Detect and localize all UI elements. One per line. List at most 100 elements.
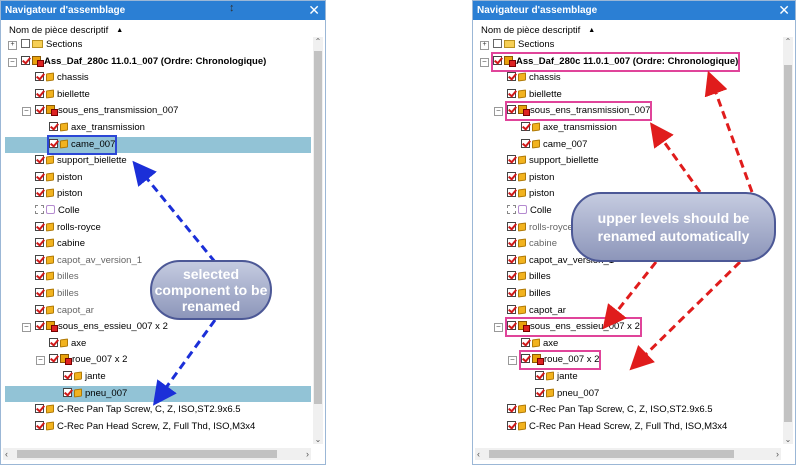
scroll-up-icon[interactable]: ⌃ [313,37,323,46]
tree-row[interactable]: axe_transmission [477,120,781,136]
tree-row[interactable]: axe [5,336,311,352]
visibility-checkbox[interactable] [507,238,516,248]
tree-node[interactable]: biellette [507,87,562,103]
visibility-checkbox[interactable] [35,221,44,231]
visibility-checkbox[interactable] [35,155,44,165]
visibility-checkbox[interactable] [507,288,516,297]
collapse-icon[interactable]: – [494,323,503,333]
scroll-right-icon[interactable]: › [776,448,779,460]
visibility-checkbox[interactable] [507,221,516,231]
sort-ascending-icon[interactable]: ▲ [588,27,595,34]
tree-node[interactable]: capot_ar [35,303,94,319]
visibility-checkbox[interactable] [35,188,44,198]
tree-row[interactable]: piston [477,170,781,186]
tree-node[interactable]: came_007 [46,134,118,155]
tree-node[interactable]: Ass_Daf_280c 11.0.1_007 (Ordre: Chronolo… [21,54,266,70]
visibility-checkbox[interactable] [507,105,516,115]
visibility-checkbox[interactable] [35,72,44,82]
vertical-scrollbar[interactable]: ⌃ ⌄ [783,37,793,444]
tree-row[interactable]: C-Rec Pan Tap Screw, C, Z, ISO,ST2.9x6.5 [477,402,781,418]
tree-node[interactable]: Ass_Daf_280c 11.0.1_007 (Ordre: Chronolo… [490,51,741,72]
visibility-checkbox[interactable] [35,420,44,430]
visibility-checkbox[interactable] [507,155,516,165]
tree-row[interactable]: pneu_007 [477,386,781,402]
scrollbar-thumb[interactable] [489,450,734,458]
collapse-icon[interactable]: – [494,107,503,117]
visibility-checkbox[interactable] [521,354,530,364]
expand-icon[interactable]: + [480,41,489,50]
tree-node[interactable]: piston [507,170,554,186]
tree-row[interactable]: piston [5,186,311,202]
tree-row[interactable]: – Ass_Daf_280c 11.0.1_007 (Ordre: Chronol… [5,54,311,70]
tree-row[interactable]: chassis [477,70,781,86]
visibility-checkbox[interactable] [521,337,530,347]
scroll-down-icon[interactable]: ⌄ [313,435,323,444]
tree-row[interactable]: capot_ar [477,303,781,319]
horizontal-scrollbar[interactable]: ‹ › [475,448,781,460]
visibility-checkbox[interactable] [507,304,516,314]
tree-node[interactable]: Sections [21,37,82,53]
tree-node[interactable]: support_biellette [35,153,127,169]
tree-row[interactable]: Colle [5,203,311,219]
tree-node[interactable]: capot_ar [507,303,566,319]
visibility-checkbox[interactable] [35,254,44,264]
horizontal-scrollbar[interactable]: ‹ › [3,448,311,460]
tree-node[interactable]: support_biellette [507,153,599,169]
visibility-checkbox[interactable] [507,420,516,430]
tree-row[interactable]: support_biellette [477,153,781,169]
tree-node[interactable]: cabine [507,236,557,252]
tree-node[interactable]: chassis [35,70,89,86]
vertical-scrollbar[interactable]: ⌃ ⌄ [313,37,323,444]
visibility-checkbox[interactable] [35,88,44,98]
tree-node[interactable]: axe_transmission [49,120,145,136]
tree-node[interactable]: chassis [507,70,561,86]
scrollbar-thumb[interactable] [17,450,277,458]
visibility-checkbox[interactable] [63,371,72,380]
tree-node[interactable]: piston [35,170,82,186]
tree-row[interactable]: chassis [5,70,311,86]
tree-node[interactable]: jante [535,369,578,385]
visibility-checkbox[interactable] [35,288,44,297]
visibility-checkbox[interactable] [35,205,44,214]
tree-row[interactable]: biellette [477,87,781,103]
tree-row[interactable]: C-Rec Pan Head Screw, Z, Full Thd, ISO,M… [477,419,781,435]
visibility-checkbox[interactable] [35,105,44,115]
tree-node[interactable]: biellette [35,87,90,103]
visibility-checkbox[interactable] [493,39,502,48]
visibility-checkbox[interactable] [35,321,44,331]
column-header[interactable]: Nom de pièce descriptif ▲ [9,25,123,36]
tree-node[interactable]: cabine [35,236,85,252]
tree-node[interactable]: sous_ens_essieu_007 x 2 [35,319,168,335]
tree-node[interactable]: sous_ens_transmission_007 [35,103,178,119]
tree-node[interactable]: pneu_007 [535,386,599,402]
scroll-left-icon[interactable]: ‹ [477,448,480,460]
visibility-checkbox[interactable] [507,321,516,331]
visibility-checkbox[interactable] [521,122,530,131]
visibility-checkbox[interactable] [49,354,58,364]
visibility-checkbox[interactable] [507,72,516,82]
tree-row[interactable]: pneu_007 [5,385,311,402]
tree-node[interactable]: sous_ens_essieu_007 x 2 [505,317,642,338]
collapse-icon[interactable]: – [480,57,489,67]
tree-node[interactable]: Sections [493,37,554,53]
visibility-checkbox[interactable] [535,371,544,380]
visibility-checkbox[interactable] [35,238,44,248]
scroll-right-icon[interactable]: › [306,448,309,460]
tree-row[interactable]: piston [5,170,311,186]
tree-row[interactable]: support_biellette [5,153,311,169]
close-icon[interactable]: ✕ [778,1,790,20]
collapse-icon[interactable]: – [508,356,517,366]
visibility-checkbox[interactable] [507,205,516,214]
tree-node[interactable]: axe [49,336,86,352]
tree-node[interactable]: billes [35,286,79,302]
tree-node[interactable]: C-Rec Pan Head Screw, Z, Full Thd, ISO,M… [507,419,727,435]
tree-node[interactable]: billes [507,286,551,302]
visibility-checkbox[interactable] [49,122,58,131]
tree-row[interactable]: axe_transmission [5,120,311,136]
tree-node[interactable]: sous_ens_transmission_007 [504,101,653,122]
tree-node[interactable]: C-Rec Pan Tap Screw, C, Z, ISO,ST2.9x6.5 [507,402,713,418]
visibility-checkbox[interactable] [35,404,44,414]
scroll-down-icon[interactable]: ⌄ [783,435,793,444]
collapse-icon[interactable]: – [8,57,17,67]
tree-row[interactable]: biellette [5,87,311,103]
